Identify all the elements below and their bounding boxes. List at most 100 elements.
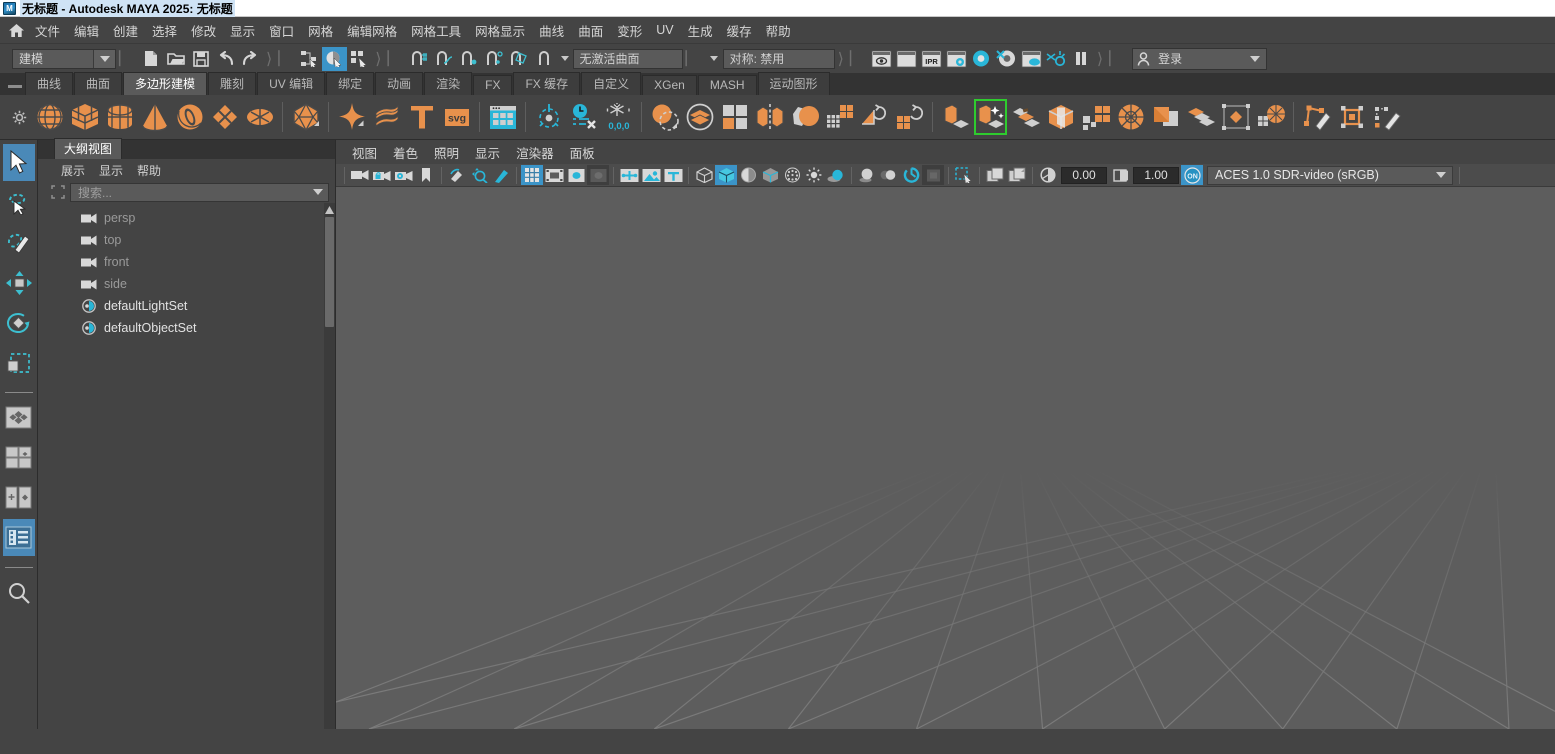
chevron-down-icon[interactable]: [1430, 172, 1452, 178]
poly-plane-button[interactable]: [207, 98, 242, 136]
shelf-tab-rendering[interactable]: 渲染: [424, 72, 473, 95]
undo-arrow-icon[interactable]: [213, 47, 238, 71]
film-gate-button[interactable]: [543, 165, 565, 185]
render-settings-icon[interactable]: [944, 47, 969, 71]
new-scene-button[interactable]: [138, 47, 163, 71]
modeling-toolkit-button[interactable]: [485, 98, 520, 136]
shelf-tab-custom[interactable]: 自定义: [581, 72, 642, 95]
select-camera-button[interactable]: [349, 165, 371, 185]
color-management-on-icon[interactable]: ON: [1181, 165, 1203, 185]
outliner-menu-help[interactable]: 帮助: [130, 160, 168, 181]
shelf-tab-fx[interactable]: FX: [473, 75, 513, 95]
poly-disc-button[interactable]: [242, 98, 277, 136]
mirror-button[interactable]: [752, 98, 787, 136]
ambient-occlusion-button[interactable]: [856, 165, 878, 185]
viewport-3d-canvas[interactable]: [336, 187, 1555, 729]
ipr-icon[interactable]: IPR: [919, 47, 944, 71]
menu-item-edit[interactable]: 编辑: [67, 18, 106, 43]
circularize-button[interactable]: [1113, 98, 1148, 136]
rotate-tool[interactable]: [3, 304, 35, 341]
redo-arrow-icon[interactable]: [238, 47, 263, 71]
shelf-tab-uv-editing[interactable]: UV 编辑: [257, 72, 326, 95]
viewport-menu-renderer[interactable]: 渲染器: [508, 141, 562, 164]
scrollbar-thumb[interactable]: [325, 217, 334, 327]
poly-platonic-button[interactable]: [288, 98, 323, 136]
bridge-button[interactable]: [1043, 98, 1078, 136]
menu-item-edit-mesh[interactable]: 编辑网格: [340, 18, 404, 43]
render-eye-icon[interactable]: [869, 47, 894, 71]
chevron-down-icon[interactable]: [308, 189, 328, 195]
shelf-tab-rigging[interactable]: 绑定: [326, 72, 375, 95]
target-weld-button[interactable]: [1218, 98, 1253, 136]
gear-icon[interactable]: [6, 97, 32, 137]
shelf-tab-poly-modeling[interactable]: 多边形建模: [123, 72, 208, 95]
center-pivot-button[interactable]: [531, 98, 566, 136]
bevel-button[interactable]: [1008, 98, 1043, 136]
hud-text-button[interactable]: [662, 165, 684, 185]
poly-cone-button[interactable]: [137, 98, 172, 136]
open-folder-icon[interactable]: [163, 47, 188, 71]
light-link-icon[interactable]: [1044, 47, 1069, 71]
gate-mask-button[interactable]: [587, 165, 609, 185]
outliner-scrollbar[interactable]: [324, 203, 335, 729]
account-signin-dropdown[interactable]: 登录: [1132, 47, 1268, 70]
light-bulb-button[interactable]: [803, 165, 825, 185]
freeze-transform-button[interactable]: 0,0,0: [601, 98, 636, 136]
image-plane-display-button[interactable]: [640, 165, 662, 185]
pan-zoom-button[interactable]: [468, 165, 490, 185]
snap-grid-icon[interactable]: [407, 47, 432, 71]
viewport-menu-panels[interactable]: 面板: [562, 141, 603, 164]
menu-item-generate[interactable]: 生成: [681, 18, 720, 43]
home-icon[interactable]: [4, 19, 28, 41]
poly-cylinder-button[interactable]: [102, 98, 137, 136]
list-item[interactable]: front: [38, 251, 335, 273]
menu-item-modify[interactable]: 修改: [184, 18, 223, 43]
two-pane-layout[interactable]: [3, 479, 35, 516]
list-item[interactable]: persp: [38, 207, 335, 229]
symmetry-caret[interactable]: [709, 56, 718, 61]
scroll-up-arrow-icon[interactable]: [324, 204, 335, 216]
list-item[interactable]: defaultObjectSet: [38, 317, 335, 339]
poly-helix-button[interactable]: [369, 98, 404, 136]
render-setup-icon[interactable]: [1019, 47, 1044, 71]
object-select-icon[interactable]: [322, 46, 348, 71]
outliner-menu-show[interactable]: 显示: [92, 160, 130, 181]
select-tool[interactable]: [2, 144, 35, 181]
extrude-button[interactable]: [938, 98, 973, 136]
resolution-gate-button[interactable]: [565, 165, 587, 185]
outliner-search-input[interactable]: 搜索...: [70, 182, 329, 202]
gamma-value[interactable]: 1.00: [1133, 166, 1179, 184]
menu-item-cache[interactable]: 缓存: [720, 18, 759, 43]
image-plane-button[interactable]: [446, 165, 468, 185]
shaded-wireframe-button[interactable]: [737, 165, 759, 185]
hierarchy-select-icon[interactable]: [297, 47, 322, 71]
smooth-button[interactable]: [787, 98, 822, 136]
anti-alias-button[interactable]: [900, 165, 922, 185]
hypershade-icon[interactable]: [969, 47, 994, 71]
quad-draw-button[interactable]: [1299, 98, 1334, 136]
remesh-button[interactable]: [857, 98, 892, 136]
exposure-icon[interactable]: [1037, 165, 1059, 185]
lock-camera-button[interactable]: [371, 165, 393, 185]
chevron-down-icon[interactable]: [1244, 55, 1266, 62]
reduce-button[interactable]: [822, 98, 857, 136]
menu-item-select[interactable]: 选择: [145, 18, 184, 43]
shelf-tab-mash[interactable]: MASH: [697, 75, 757, 95]
four-pane-layout[interactable]: [3, 439, 35, 476]
textured-button[interactable]: [781, 165, 803, 185]
sculpt-tool-button[interactable]: [1369, 98, 1404, 136]
retopologize-button[interactable]: [892, 98, 927, 136]
wireframe-button[interactable]: [693, 165, 715, 185]
viewport-menu-view[interactable]: 视图: [344, 141, 385, 164]
poly-cube-button[interactable]: [67, 98, 102, 136]
shelf-tab-motion-graphics[interactable]: 运动图形: [757, 72, 830, 95]
xray-joints-button[interactable]: [618, 165, 640, 185]
move-tool[interactable]: [3, 264, 35, 301]
crease-tool-button[interactable]: [1334, 98, 1369, 136]
menu-item-uv[interactable]: UV: [649, 20, 680, 40]
camera-attributes-button[interactable]: [393, 165, 415, 185]
bookmark-button[interactable]: [415, 165, 437, 185]
separate-button[interactable]: [717, 98, 752, 136]
smooth-shade-button[interactable]: [715, 165, 737, 185]
viewport-menu-lighting[interactable]: 照明: [426, 141, 467, 164]
